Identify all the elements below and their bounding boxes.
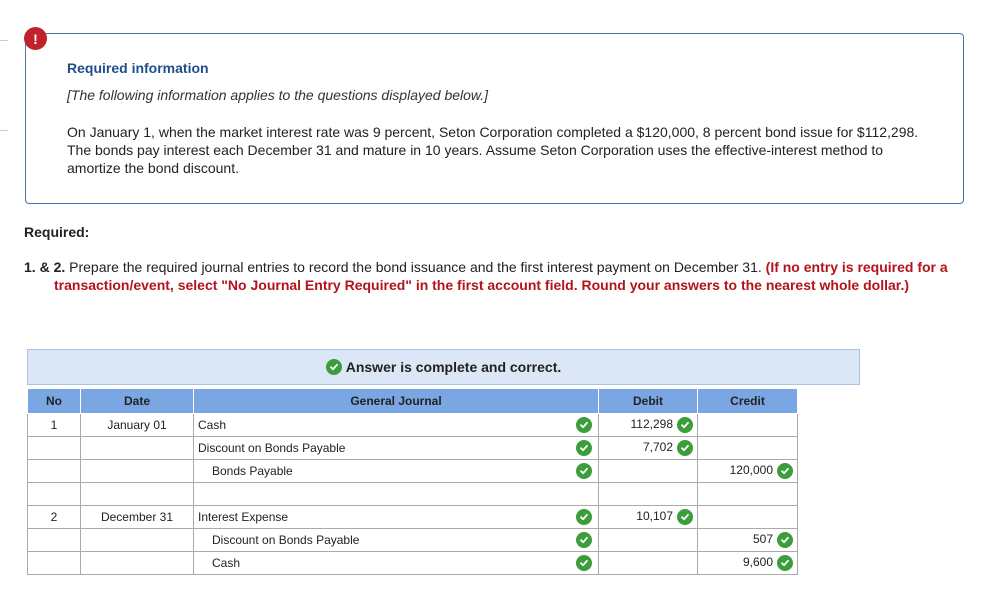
cell-date[interactable]	[80, 436, 194, 460]
cell-credit[interactable]: 507	[697, 528, 798, 552]
exclamation-icon: !	[24, 27, 47, 50]
cell-debit[interactable]: 112,298	[598, 413, 698, 437]
check-circle-icon	[777, 555, 793, 571]
check-circle-icon	[576, 463, 592, 479]
debit-amount: 10,107	[636, 509, 673, 524]
check-circle-icon	[576, 440, 592, 456]
cell-no	[27, 551, 81, 575]
table-row: Discount on Bonds Payable 7,702	[27, 436, 798, 460]
cell-no	[27, 459, 81, 483]
account-name: Discount on Bonds Payable	[198, 441, 346, 455]
cell-credit[interactable]	[697, 505, 798, 529]
left-divider-bottom	[0, 130, 8, 131]
journal-header-row: No Date General Journal Debit Credit	[27, 388, 798, 414]
cell-debit[interactable]: 10,107	[598, 505, 698, 529]
cell-date[interactable]	[80, 482, 194, 506]
info-body: On January 1, when the market interest r…	[67, 124, 919, 176]
table-row: Cash 9,600	[27, 551, 798, 575]
debit-amount: 112,298	[630, 417, 674, 432]
cell-account[interactable]: Discount on Bonds Payable	[193, 436, 599, 460]
check-circle-icon	[325, 359, 342, 375]
cell-no: 2	[27, 505, 81, 529]
check-circle-icon	[576, 555, 592, 571]
question-body: Prepare the required journal entries to …	[65, 259, 766, 275]
cell-date[interactable]	[80, 459, 194, 483]
check-circle-icon	[677, 417, 693, 433]
cell-no: 1	[27, 413, 81, 437]
answer-status-text: Answer is complete and correct.	[345, 359, 562, 375]
header-general-journal: General Journal	[193, 388, 599, 414]
cell-credit[interactable]	[697, 436, 798, 460]
cell-date[interactable]	[80, 551, 194, 575]
check-circle-icon	[777, 463, 793, 479]
cell-date[interactable]: December 31	[80, 505, 194, 529]
cell-no	[27, 436, 81, 460]
check-circle-icon	[677, 440, 693, 456]
table-row: Bonds Payable 120,000	[27, 459, 798, 483]
check-circle-icon	[576, 509, 592, 525]
credit-amount: 507	[752, 532, 773, 547]
table-row: 2 December 31 Interest Expense 10,107	[27, 505, 798, 529]
cell-debit[interactable]	[598, 482, 698, 506]
debit-amount: 7,702	[642, 440, 673, 455]
cell-account[interactable]: Interest Expense	[193, 505, 599, 529]
left-divider-top	[0, 40, 8, 41]
table-row: 1 January 01 Cash 112,298	[27, 413, 798, 437]
question-number: 1. & 2.	[24, 259, 66, 275]
cell-account[interactable]: Cash	[193, 551, 599, 575]
check-circle-icon	[777, 532, 793, 548]
cell-debit[interactable]	[598, 551, 698, 575]
cell-debit[interactable]	[598, 528, 698, 552]
credit-amount: 120,000	[729, 463, 773, 478]
header-debit: Debit	[598, 388, 698, 414]
header-credit: Credit	[697, 388, 798, 414]
journal-table: No Date General Journal Debit Credit 1 Ja…	[27, 388, 798, 575]
cell-debit[interactable]	[598, 459, 698, 483]
check-circle-icon	[576, 532, 592, 548]
cell-credit[interactable]	[697, 413, 798, 437]
check-circle-icon	[677, 509, 693, 525]
cell-account[interactable]: Discount on Bonds Payable	[193, 528, 599, 552]
cell-credit[interactable]: 120,000	[697, 459, 798, 483]
account-name: Interest Expense	[198, 510, 289, 524]
table-row: Discount on Bonds Payable 507	[27, 528, 798, 552]
cell-account[interactable]: Cash	[193, 413, 599, 437]
info-note: [The following information applies to th…	[67, 87, 489, 103]
account-name: Cash	[198, 418, 227, 432]
question-text: 1. & 2. Prepare the required journal ent…	[24, 258, 964, 294]
cell-debit[interactable]: 7,702	[598, 436, 698, 460]
answer-status-banner: Answer is complete and correct.	[27, 349, 860, 385]
cell-credit[interactable]	[697, 482, 798, 506]
required-information-box: Required information [The following info…	[25, 33, 964, 204]
credit-amount: 9,600	[742, 555, 773, 570]
header-no: No	[27, 388, 81, 414]
cell-credit[interactable]: 9,600	[697, 551, 798, 575]
account-name: Cash	[212, 556, 241, 570]
cell-account[interactable]: Bonds Payable	[193, 459, 599, 483]
cell-date[interactable]	[80, 528, 194, 552]
cell-no	[27, 528, 81, 552]
required-heading: Required:	[24, 224, 90, 240]
check-circle-icon	[576, 417, 592, 433]
account-name: Bonds Payable	[212, 464, 293, 478]
cell-no	[27, 482, 81, 506]
cell-account[interactable]	[193, 482, 599, 506]
cell-date[interactable]: January 01	[80, 413, 194, 437]
info-title: Required information	[67, 60, 209, 76]
account-name: Discount on Bonds Payable	[212, 533, 360, 547]
header-date: Date	[80, 388, 194, 414]
table-row	[27, 482, 798, 506]
